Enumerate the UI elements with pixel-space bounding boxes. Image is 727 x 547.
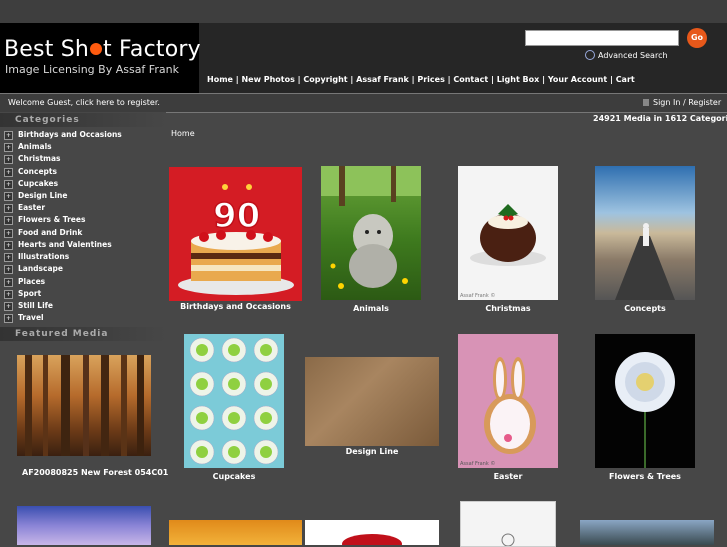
thumbnail-cupcakes[interactable] [184, 334, 284, 468]
thumbnail-illustrations[interactable] [460, 501, 556, 547]
category-item[interactable]: + Birthdays and Occasions [4, 130, 122, 142]
category-item[interactable]: + Travel [4, 313, 44, 325]
category-item[interactable]: + Animals [4, 142, 52, 154]
top-strip [0, 0, 727, 23]
expand-icon[interactable]: + [4, 314, 13, 323]
cupcakes-drawing [184, 334, 284, 468]
nav-contact[interactable]: Contact [453, 75, 488, 84]
thumbnail-caption[interactable]: Animals [321, 304, 421, 313]
nav-new-photos[interactable]: New Photos [241, 75, 294, 84]
sign-in-link[interactable]: Sign In / Register [643, 98, 721, 107]
svg-text:Assaf Frank ©: Assaf Frank © [460, 292, 495, 299]
forest-trunks [25, 355, 144, 456]
expand-icon[interactable]: + [4, 216, 13, 225]
categories-heading: Categories [0, 113, 166, 127]
category-item[interactable]: + Christmas [4, 154, 61, 166]
dahlia-drawing [595, 334, 695, 468]
roses-drawing [342, 534, 402, 545]
pudding-drawing: Assaf Frank © [458, 166, 558, 300]
thumbnail-caption[interactable]: Design Line [305, 447, 439, 456]
media-stats: 24921 Media in 1612 Categories [593, 114, 727, 123]
thumbnail-caption[interactable]: Birthdays and Occasions [169, 302, 302, 311]
thumbnail-caption[interactable]: Flowers & Trees [595, 472, 695, 481]
category-item[interactable]: + Hearts and Valentines [4, 240, 112, 252]
featured-caption[interactable]: AF20080825 New Forest 054C01 [22, 468, 168, 477]
dog-drawing [321, 166, 421, 289]
main-nav: Home | New Photos | Copyright | Assaf Fr… [207, 75, 635, 84]
thumbnail-food[interactable] [169, 520, 302, 545]
thumbnail-hearts[interactable] [305, 520, 439, 545]
thumbnail-caption[interactable]: Christmas [458, 304, 558, 313]
category-item[interactable]: + Food and Drink [4, 228, 82, 240]
nav-prices[interactable]: Prices [417, 75, 444, 84]
svg-text:Assaf Frank ©: Assaf Frank © [460, 460, 495, 467]
nav-your-account[interactable]: Your Account [548, 75, 607, 84]
nav-cart[interactable]: Cart [616, 75, 635, 84]
welcome-bar: Welcome Guest, click here to register. S… [0, 93, 727, 113]
thumbnail-design-line[interactable] [305, 357, 439, 446]
lock-icon [643, 99, 649, 106]
category-item[interactable]: + Cupcakes [4, 179, 58, 191]
featured-forest-image[interactable] [17, 355, 151, 456]
expand-icon[interactable]: + [4, 265, 13, 274]
category-item[interactable]: + Sport [4, 289, 41, 301]
cake-drawing: 90 [169, 167, 302, 301]
thumbnail-birthdays[interactable]: 90 [169, 167, 302, 301]
thumbnail-easter[interactable]: Assaf Frank © [458, 334, 558, 468]
nav-assaf-frank[interactable]: Assaf Frank [356, 75, 409, 84]
category-item[interactable]: + Concepts [4, 167, 57, 179]
featured-heading: Featured Media [0, 327, 166, 341]
magnifier-icon [585, 50, 595, 60]
expand-icon[interactable]: + [4, 131, 13, 140]
expand-icon[interactable]: + [4, 192, 13, 201]
category-item[interactable]: + Illustrations [4, 252, 69, 264]
category-item[interactable]: + Landscape [4, 264, 63, 276]
logo[interactable]: Best Sh t Factory Image Licensing By Assa… [0, 23, 201, 93]
welcome-text[interactable]: Welcome Guest, click here to register. [8, 98, 160, 107]
category-item[interactable]: + Design Line [4, 191, 67, 203]
featured-lavender-image[interactable] [17, 506, 151, 545]
expand-icon[interactable]: + [4, 302, 13, 311]
expand-icon[interactable]: + [4, 204, 13, 213]
expand-icon[interactable]: + [4, 229, 13, 238]
category-item[interactable]: + Easter [4, 203, 45, 215]
sketch-drawing [501, 533, 515, 546]
thumbnail-caption[interactable]: Easter [458, 472, 558, 481]
logo-subtitle: Image Licensing By Assaf Frank [5, 63, 179, 76]
thumbnail-caption[interactable]: Cupcakes [184, 472, 284, 481]
breadcrumb[interactable]: Home [171, 129, 195, 138]
go-button[interactable]: Go [687, 28, 707, 48]
category-item[interactable]: + Places [4, 277, 45, 289]
thumbnail-christmas[interactable]: Assaf Frank © [458, 166, 558, 300]
expand-icon[interactable]: + [4, 168, 13, 177]
expand-icon[interactable]: + [4, 180, 13, 189]
category-item[interactable]: + Still Life [4, 301, 53, 313]
logo-title: Best Sh t Factory [4, 37, 201, 62]
thumbnail-concepts[interactable] [595, 166, 695, 300]
expand-icon[interactable]: + [4, 155, 13, 164]
expand-icon[interactable]: + [4, 241, 13, 250]
expand-icon[interactable]: + [4, 290, 13, 299]
expand-icon[interactable]: + [4, 253, 13, 262]
thumbnail-flowers-trees[interactable] [595, 334, 695, 468]
advanced-search-link[interactable]: Advanced Search [585, 50, 668, 60]
nav-copyright[interactable]: Copyright [303, 75, 347, 84]
nav-home[interactable]: Home [207, 75, 233, 84]
expand-icon[interactable]: + [4, 143, 13, 152]
logo-dot [90, 43, 103, 55]
thumbnail-landscape[interactable] [580, 520, 714, 545]
svg-text:90: 90 [213, 196, 260, 236]
nav-light-box[interactable]: Light Box [497, 75, 540, 84]
category-item[interactable]: + Flowers & Trees [4, 215, 85, 227]
bunny-cookie-drawing: Assaf Frank © [458, 334, 558, 468]
road-drawing [615, 223, 675, 300]
thumbnail-animals[interactable] [321, 166, 421, 300]
thumbnail-caption[interactable]: Concepts [595, 304, 695, 313]
search-input[interactable] [525, 30, 679, 46]
expand-icon[interactable]: + [4, 278, 13, 287]
